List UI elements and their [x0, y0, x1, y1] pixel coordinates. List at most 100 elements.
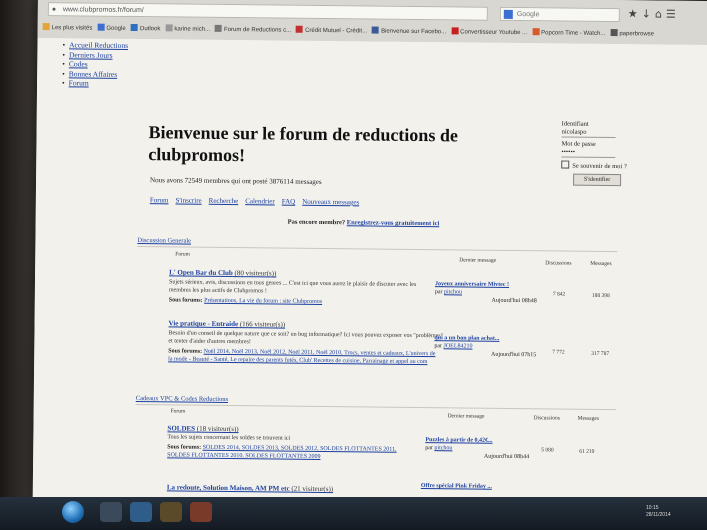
register-prompt: Pas encore membre? Enregistrez-vous grat…: [288, 219, 440, 228]
ie-icon[interactable]: [130, 502, 152, 522]
menu-link[interactable]: Calendrier: [245, 197, 275, 205]
search-box[interactable]: Google: [499, 6, 620, 23]
last-post-time: Aujourd'hui 08h48: [491, 297, 537, 305]
last-post-time: Aujourd'hui 08h44: [483, 453, 530, 461]
message-count: 61 219: [579, 448, 595, 455]
subforums-links[interactable]: Noël 2014, Noël 2013, Noël 2012, Noël 20…: [168, 349, 435, 365]
forum-stats: Nous avons 72549 membres qui ont posté 3…: [150, 176, 322, 186]
bookmark-item[interactable]: Les plus visités: [42, 20, 93, 37]
column-forum: Forum: [175, 251, 190, 258]
nav-link[interactable]: Bonnes Affaires: [69, 69, 117, 79]
subforums: Sous forums: SOLDES 2014, SOLDES 2013, S…: [167, 443, 417, 462]
subforums: Sous forums: Noël 2014, Noël 2013, Noël …: [168, 347, 440, 366]
menu-link[interactable]: Nouveaux messages: [302, 198, 359, 207]
column-messages: Messages: [590, 260, 612, 268]
bookmark-star-icon[interactable]: ★: [628, 7, 642, 20]
firefox-icon[interactable]: [190, 502, 212, 522]
nav-link[interactable]: Codes: [69, 59, 88, 68]
subforums-label: Sous forums:: [167, 444, 202, 451]
message-count: 188 398: [591, 292, 610, 300]
bookmark-favicon-icon: [215, 24, 223, 32]
bookmark-label: Bienvenue sur Facebo...: [381, 28, 447, 36]
nav-link[interactable]: Forum: [69, 78, 89, 87]
column-discussions: Discussions: [533, 415, 560, 422]
last-post-by: par: [434, 343, 443, 350]
bookmark-item[interactable]: Convertisseur Youtube ...: [451, 24, 527, 41]
menu-link[interactable]: Forum: [150, 196, 169, 204]
address-text: www.clubpromos.fr/forum/: [62, 6, 144, 15]
menu-link[interactable]: FAQ: [282, 198, 296, 206]
section-title[interactable]: Discussion Generale: [137, 237, 191, 245]
bookmark-item[interactable]: karine mich...: [165, 21, 210, 37]
bookmark-item[interactable]: Google: [97, 21, 126, 37]
forum-link[interactable]: Vie pratique - Entraide (166 visiteur(s)…: [169, 319, 286, 328]
last-post-time: Aujourd'hui 07h15: [490, 351, 537, 359]
bookmark-item[interactable]: Bienvenue sur Facebo...: [372, 24, 446, 41]
nav-link[interactable]: Derniers Jours: [69, 50, 113, 59]
login-button[interactable]: S'identifier: [573, 173, 622, 187]
bookmark-item[interactable]: paperbrowse: [610, 26, 654, 42]
bookmark-item[interactable]: Forum de Reductions c...: [215, 22, 291, 39]
bookmark-favicon-icon: [97, 23, 105, 31]
forum-description: Tous les sujets concernant les soldes se…: [167, 434, 291, 442]
bookmark-label: Crédit Mutuel - Crédit...: [305, 27, 368, 35]
register-prompt-text: Pas encore membre?: [287, 218, 346, 227]
discussion-count: 7 772: [552, 349, 565, 356]
toolbar-icons: ★↓⌂☰: [628, 7, 680, 21]
taskbar-clock[interactable]: 10:15 28/11/2014: [646, 505, 671, 519]
forum-link[interactable]: SOLDES (18 visiteur(s)): [167, 424, 238, 433]
address-bar[interactable]: ● www.clubpromos.fr/forum/: [47, 2, 488, 21]
download-icon[interactable]: ↓: [642, 7, 655, 20]
bookmark-favicon-icon: [372, 26, 380, 34]
menu-icon[interactable]: ☰: [666, 8, 680, 21]
subforums-links[interactable]: Présentations, La vie du forum : site Cl…: [204, 298, 322, 305]
bookmark-label: Google: [106, 25, 126, 32]
nav-link[interactable]: Accueil Reductions: [69, 40, 128, 50]
column-forum: Forum: [170, 408, 186, 415]
start-button-icon[interactable]: [62, 501, 84, 523]
explorer-icon[interactable]: [100, 502, 122, 522]
menu-link[interactable]: S'inscrire: [175, 196, 201, 204]
clock-time: 10:15: [646, 505, 659, 511]
menu-link[interactable]: Recherche: [209, 197, 239, 205]
last-post-author[interactable]: pitchou: [434, 445, 452, 451]
bookmark-label: paperbrowse: [619, 31, 655, 38]
bookmark-favicon-icon: [451, 27, 459, 35]
password-field[interactable]: ••••••: [561, 148, 616, 159]
last-post: qui a un bon plan achat... par JOEL84210…: [434, 334, 544, 359]
last-post-author[interactable]: JOEL84210: [443, 343, 472, 349]
username-field[interactable]: nicolaspo: [561, 128, 616, 139]
top-navigation: Accueil ReductionsDerniers JoursCodesBon…: [62, 40, 128, 88]
column-messages: Messages: [577, 415, 600, 422]
taskbar: 10:15 28/11/2014: [0, 497, 707, 530]
forum-menu: Forum S'inscrire Recherche Calendrier FAQ Nou…: [150, 196, 366, 206]
last-post: Offre spécial Pink Friday ...: [421, 482, 541, 491]
page-title: Bienvenue sur le forum de reductions de …: [148, 122, 458, 166]
last-post-author[interactable]: pitchou: [444, 289, 462, 295]
column-last-message: Dernier message: [447, 413, 485, 420]
bookmark-item[interactable]: Crédit Mutuel - Crédit...: [296, 23, 367, 40]
folder-icon[interactable]: [160, 502, 182, 522]
site-icon: ●: [51, 6, 57, 14]
register-link[interactable]: Enregistrez-vous gratuitement ici: [347, 219, 440, 227]
forum-link[interactable]: L' Open Bar du Club (80 visiteur(s)): [169, 268, 276, 277]
forum-name: L' Open Bar du Club: [169, 268, 233, 278]
discussion-count: 5 080: [541, 447, 554, 454]
section-title[interactable]: Cadeaux VPC & Codes Reductions: [136, 395, 228, 403]
last-post: Puzzles à partir de 0,42€... par pitchou…: [425, 436, 535, 461]
forum-page: Accueil ReductionsDerniers JoursCodesBon…: [32, 37, 707, 514]
last-post-by: par: [425, 445, 433, 452]
bookmark-item[interactable]: Outlook: [130, 21, 161, 37]
bookmark-label: karine mich...: [174, 26, 211, 33]
bookmark-favicon-icon: [130, 23, 138, 32]
nav-item: Forum: [62, 78, 128, 88]
bookmark-item[interactable]: Popcorn Time - Watch...: [532, 25, 605, 42]
subforums-label: Sous forums:: [168, 297, 203, 304]
remember-checkbox[interactable]: [561, 160, 570, 169]
home-icon[interactable]: ⌂: [655, 7, 666, 20]
viewer-count: (21 visiteur(s)): [291, 484, 334, 494]
last-post-title[interactable]: Offre spécial Pink Friday ...: [421, 482, 541, 491]
subforums-links[interactable]: SOLDES 2014, SOLDES 2013, SOLDES 2012, S…: [167, 445, 396, 460]
forum-link[interactable]: La redoute, Solution Maison, AM PM etc (…: [167, 483, 333, 493]
subforums-label: Sous forums:: [168, 348, 203, 355]
